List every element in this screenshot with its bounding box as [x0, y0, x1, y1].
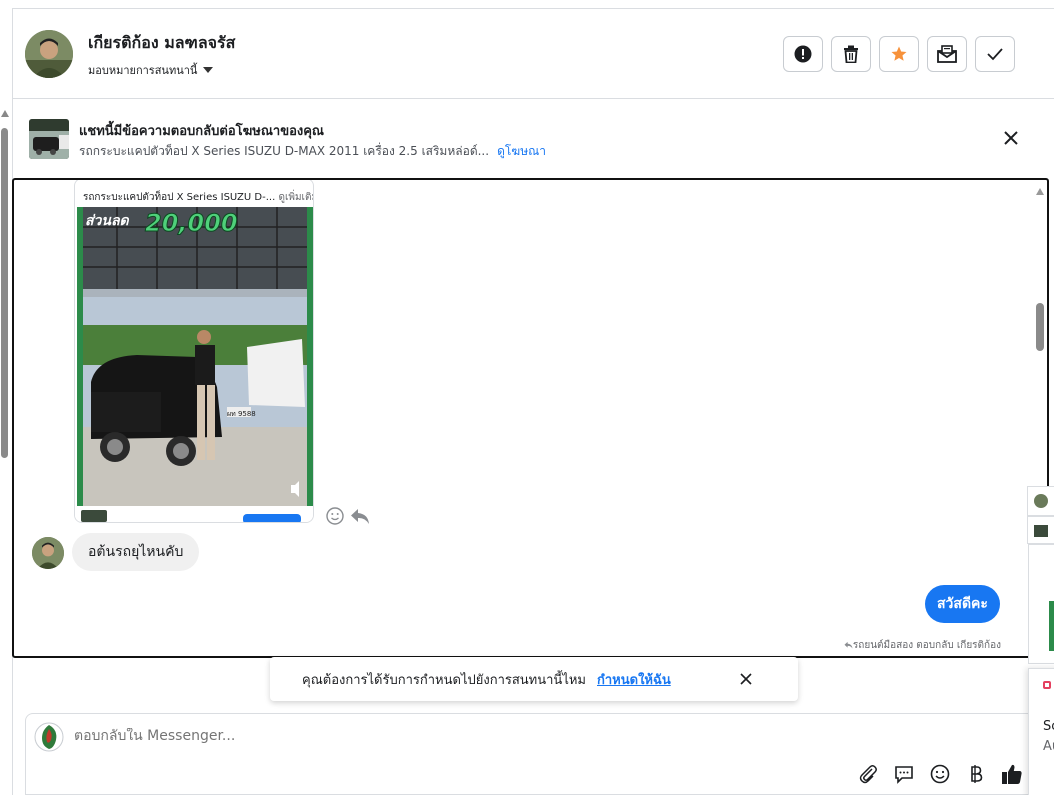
conversation-header: เกียรติก้อง มลฑลจรัส มอบหมายการสนทนานี้ [13, 9, 1054, 99]
side-panel-fragment[interactable]: Sc Au [1028, 668, 1054, 795]
done-check-icon [987, 48, 1003, 61]
contact-name[interactable]: เกียรติก้อง มลฑลจรัส [88, 31, 235, 56]
contact-avatar[interactable] [25, 30, 73, 78]
side-image-strip [1049, 601, 1054, 651]
reply-mini-icon [844, 641, 853, 649]
emoji-react-icon[interactable] [326, 507, 344, 525]
header-toolbar [783, 36, 1015, 72]
ad-preview-card[interactable]: รถกระบะแคปตัวท็อป X Series ISUZU D-... ด… [74, 180, 314, 523]
baht-payment-icon [971, 765, 983, 783]
reply-input[interactable] [74, 728, 674, 744]
emoji-icon [930, 764, 950, 784]
mark-unread-button[interactable] [927, 36, 967, 72]
caret-down-icon [203, 67, 214, 73]
close-icon [740, 673, 752, 685]
assign-dropdown[interactable]: มอบหมายการสนทนานี้ [88, 61, 214, 79]
ad-card-cta-button[interactable] [243, 514, 301, 522]
emoji-button[interactable] [928, 762, 952, 786]
report-icon [794, 45, 812, 63]
side-window-fragment-3[interactable] [1028, 544, 1054, 664]
attach-button[interactable] [856, 762, 880, 786]
sender-avatar[interactable] [32, 537, 64, 569]
mark-unread-icon [937, 45, 957, 63]
assign-prompt: คุณต้องการได้รับการกำหนดไปยังการสนทนานี้… [270, 657, 798, 701]
ad-thumbnail[interactable] [29, 119, 69, 159]
assign-prompt-text: คุณต้องการได้รับการกำหนดไปยังการสนทนานี้… [302, 673, 586, 688]
attribution-text: รถยนต์มือสอง ตอบกลับ เกียรติก้อง [852, 640, 1001, 651]
thread-scroll-up-icon[interactable] [1036, 188, 1044, 195]
scroll-up-arrow-icon[interactable] [1, 110, 9, 117]
discount-label: ส่วนลด [85, 213, 130, 229]
thumbs-up-icon [1002, 764, 1022, 784]
mark-done-button[interactable] [975, 36, 1015, 72]
star-button[interactable] [879, 36, 919, 72]
star-icon [891, 46, 907, 61]
discount-value: 20,000 [145, 209, 238, 237]
side-app-icon [1043, 681, 1051, 689]
assign-label: มอบหมายการสนทนานี้ [88, 64, 198, 77]
page-logo-icon [34, 722, 64, 752]
side-avatar [1034, 494, 1048, 508]
ad-banner-subtitle: รถกระบะแคปตัวท็อป X Series ISUZU D-MAX 2… [79, 142, 546, 161]
ad-banner-title: แชทนี้มีข้อความตอบกลับต่อโฆษณาของคุณ [79, 124, 324, 139]
see-more-link[interactable]: ดูเพิ่มเติม [278, 192, 313, 203]
side-text-2: Au [1043, 739, 1054, 754]
reply-attribution: รถยนต์มือสอง ตอบกลับ เกียรติก้อง [844, 638, 1001, 653]
ad-card-mini-thumb [81, 510, 107, 522]
delete-button[interactable] [831, 36, 871, 72]
saved-reply-icon [895, 766, 913, 784]
close-prompt-button[interactable] [736, 669, 756, 689]
saved-reply-button[interactable] [892, 762, 916, 786]
outgoing-message[interactable]: สวัสดีคะ [925, 585, 1000, 623]
side-window-fragment-1[interactable] [1027, 486, 1054, 516]
composer-toolbar [856, 762, 1024, 786]
paperclip-icon [859, 765, 877, 784]
thread-scrollbar-thumb[interactable] [1036, 303, 1044, 351]
ad-card-header: รถกระบะแคปตัวท็อป X Series ISUZU D-... ด… [75, 180, 313, 207]
report-button[interactable] [783, 36, 823, 72]
side-thumb [1034, 525, 1048, 537]
page-scrollbar[interactable] [0, 110, 10, 458]
close-icon [1004, 131, 1018, 145]
view-ad-link[interactable]: ดูโฆษณา [497, 144, 546, 158]
ad-video-image[interactable]: ส่วนลด 20,000 ผท 9588 [77, 207, 313, 507]
ad-card-caption: รถกระบะแคปตัวท็อป X Series ISUZU D-... [83, 192, 276, 203]
trash-icon [844, 45, 858, 63]
ad-reply-banner: แชทนี้มีข้อความตอบกลับต่อโฆษณาของคุณ รถก… [13, 100, 1054, 177]
like-button[interactable] [1000, 762, 1024, 786]
side-text-1: Sc [1043, 719, 1054, 734]
license-plate: ผท 9588 [227, 410, 256, 418]
side-window-fragment-2[interactable] [1027, 516, 1054, 544]
payment-button[interactable] [964, 762, 988, 786]
assign-to-me-link[interactable]: กำหนดให้ฉัน [597, 669, 671, 690]
conversation-thread[interactable]: รถกระบะแคปตัวท็อป X Series ISUZU D-... ด… [12, 178, 1049, 658]
message-composer [25, 713, 1035, 795]
ad-card-footer [75, 506, 313, 522]
close-banner-button[interactable] [999, 126, 1023, 150]
reply-arrow-icon[interactable] [350, 507, 370, 525]
incoming-message[interactable]: อต้นรถยุไหนคับ [72, 533, 200, 571]
ad-banner-description: รถกระบะแคปตัวท็อป X Series ISUZU D-MAX 2… [79, 144, 490, 158]
scrollbar-thumb[interactable] [1, 128, 8, 458]
